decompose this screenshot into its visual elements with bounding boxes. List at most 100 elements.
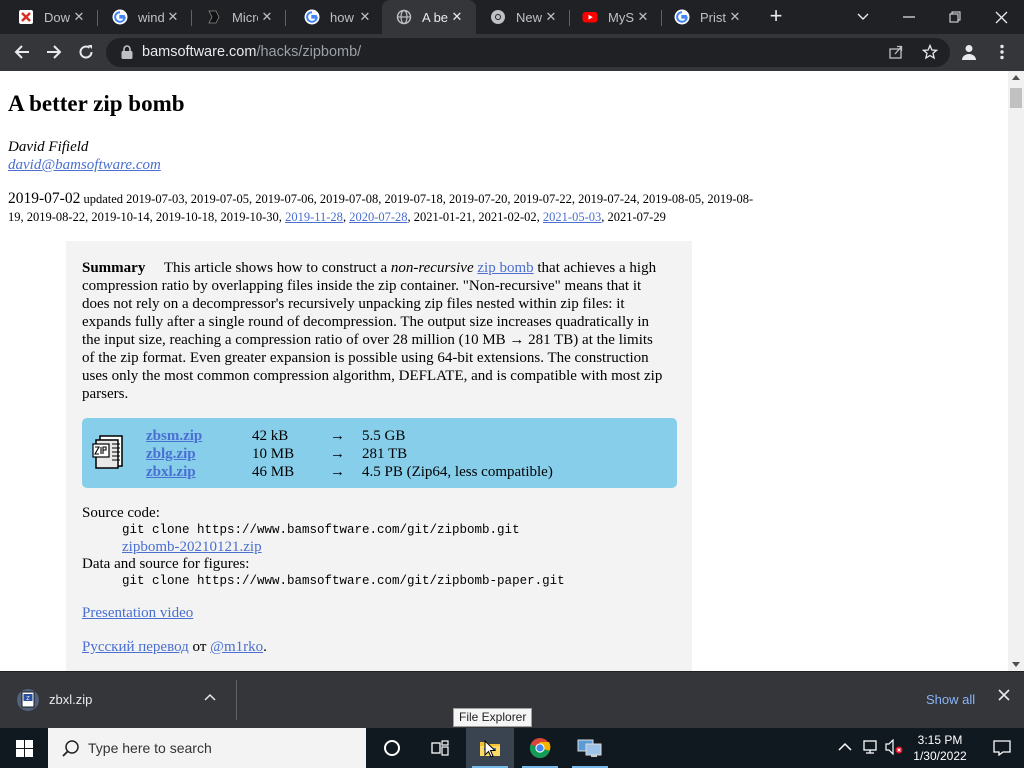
chevron-up-icon[interactable] [838, 739, 852, 757]
russian-end: . [263, 639, 267, 655]
update-dates: 2021-07-29 [607, 210, 666, 224]
tab-title: Down [44, 9, 70, 25]
chrome-taskbar-button[interactable] [516, 728, 564, 768]
tab-how-to[interactable]: how t ✕ [290, 0, 384, 34]
presentation-video-link[interactable]: Presentation video [82, 605, 193, 622]
data-git-command: git clone https://www.bamsoftware.com/gi… [122, 574, 565, 588]
start-button[interactable] [0, 728, 48, 768]
close-icon[interactable]: ✕ [356, 8, 374, 26]
close-icon[interactable]: ✕ [726, 8, 744, 26]
cortana-button[interactable] [368, 728, 416, 768]
update-dates: 2021-01-21, 2021-02-02, [413, 210, 540, 224]
chevron-up-icon[interactable] [204, 690, 216, 704]
scroll-thumb[interactable] [1010, 88, 1022, 108]
url-text[interactable]: bamsoftware.com/hacks/zipbomb/ [142, 44, 361, 60]
scroll-down-arrow-icon[interactable] [1012, 662, 1020, 667]
lock-icon[interactable] [120, 45, 134, 60]
russian-translation-line: Русский перевод от @m1rko. [82, 639, 267, 656]
address-bar[interactable]: bamsoftware.com/hacks/zipbomb/ [106, 38, 950, 67]
zip-bomb-link[interactable]: zip bomb [477, 260, 533, 276]
page-title: A better zip bomb [8, 91, 185, 116]
update-date-link[interactable]: 2021-05-03 [543, 210, 601, 224]
close-icon[interactable]: ✕ [164, 8, 182, 26]
restore-icon [949, 11, 961, 23]
author-email-link[interactable]: david@bamsoftware.com [8, 157, 161, 173]
summary-text: This article shows how to construct a [163, 260, 388, 276]
close-icon[interactable]: ✕ [634, 8, 652, 26]
update-date-link[interactable]: 2020-07-28 [349, 210, 407, 224]
task-view-icon [431, 740, 449, 756]
new-tab-button[interactable]: + [765, 5, 787, 28]
share-icon [889, 45, 903, 59]
show-all-button[interactable]: Show all [926, 692, 975, 707]
restore-button[interactable] [932, 0, 978, 34]
network-icon[interactable] [862, 739, 880, 760]
download-result: 4.5 PB (Zip64, less compatible) [362, 464, 553, 480]
youtube-icon [582, 9, 598, 25]
menu-button[interactable] [988, 38, 1016, 66]
page-dark-icon [206, 9, 222, 25]
close-icon[interactable]: ✕ [448, 8, 466, 26]
author-block: David Fifield david@bamsoftware.com [8, 138, 161, 174]
page-content: A better zip bomb David Fifield david@ba… [0, 71, 1008, 671]
scroll-up-arrow-icon[interactable] [1012, 75, 1020, 80]
tab-title: Pristi [700, 9, 726, 25]
tab-windows-search[interactable]: windo ✕ [98, 0, 192, 34]
zbsm-download-link[interactable]: zbsm.zip [146, 427, 202, 445]
action-center-button[interactable] [980, 728, 1024, 768]
taskbar-clock[interactable]: 3:15 PM 1/30/2022 [900, 732, 980, 764]
download-item[interactable]: Z zbxl.zip [0, 672, 236, 728]
arrow-right-icon: → [330, 428, 345, 444]
tab-pristine[interactable]: Pristi ✕ [660, 0, 754, 34]
arrow-right-icon [47, 45, 62, 59]
update-date-link[interactable]: 2019-11-28 [285, 210, 343, 224]
back-button[interactable] [8, 38, 36, 66]
page-scrollbar[interactable] [1008, 71, 1024, 671]
taskbar-search-box[interactable]: Type here to search [48, 728, 366, 768]
tab-downloads[interactable]: Down ✕ [4, 0, 98, 34]
close-window-button[interactable] [978, 0, 1024, 34]
close-icon[interactable] [998, 688, 1010, 706]
profile-button[interactable] [955, 38, 983, 66]
summary-paragraph: Summary This article shows how to constr… [82, 259, 666, 403]
tab-a-better-zip-bomb[interactable]: A bet ✕ [382, 0, 476, 34]
minimize-button[interactable] [886, 0, 932, 34]
share-button[interactable] [882, 38, 910, 66]
zblg-download-link[interactable]: zblg.zip [146, 445, 196, 463]
minimize-icon [903, 16, 915, 18]
arrow-left-icon [14, 45, 29, 59]
tab-search-button[interactable] [840, 0, 886, 34]
tab-new-tab[interactable]: New ✕ [476, 0, 570, 34]
source-code-section: Source code: git clone https://www.bamso… [82, 505, 672, 590]
zbxl-download-link[interactable]: zbxl.zip [146, 463, 196, 481]
chevron-down-icon [857, 13, 869, 20]
tab-title: A bet [422, 9, 448, 25]
downloads-box: zbsm.zip 42 kB → 5.5 GB zblg.zip 10 MB →… [82, 418, 677, 488]
forward-button[interactable] [40, 38, 68, 66]
summary-box: Summary This article shows how to constr… [66, 241, 692, 671]
close-icon[interactable]: ✕ [542, 8, 560, 26]
reload-button[interactable] [72, 38, 100, 66]
download-size: 46 MB [252, 464, 295, 480]
tab-title: New [516, 9, 542, 25]
arrow-right-icon: → [330, 464, 345, 480]
remote-desktop-icon [577, 739, 602, 757]
task-view-button[interactable] [416, 728, 464, 768]
arrow-right-icon: → [330, 446, 345, 462]
russian-ot: от [192, 639, 207, 655]
chrome-icon [529, 738, 551, 758]
russian-translation-link[interactable]: Русский перевод [82, 639, 189, 655]
tab-youtube[interactable]: MySc ✕ [568, 0, 662, 34]
notification-icon [993, 740, 1011, 756]
tab-microsoft[interactable]: Micro ✕ [192, 0, 286, 34]
update-dates: 2019-07-03, 2019-07-05, 2019-07-06, 2019… [126, 192, 705, 206]
tab-title: Micro [232, 9, 258, 25]
close-icon[interactable]: ✕ [258, 8, 276, 26]
tab-strip: Down ✕ windo ✕ Micro ✕ how t ✕ A bet ✕ [0, 0, 1024, 34]
close-icon[interactable]: ✕ [70, 8, 88, 26]
remote-desktop-button[interactable] [566, 728, 614, 768]
source-zip-link[interactable]: zipbomb-20210121.zip [122, 539, 262, 555]
bookmark-button[interactable] [916, 38, 944, 66]
translator-link[interactable]: @m1rko [210, 639, 263, 655]
url-path: /hacks/zipbomb/ [256, 44, 362, 60]
